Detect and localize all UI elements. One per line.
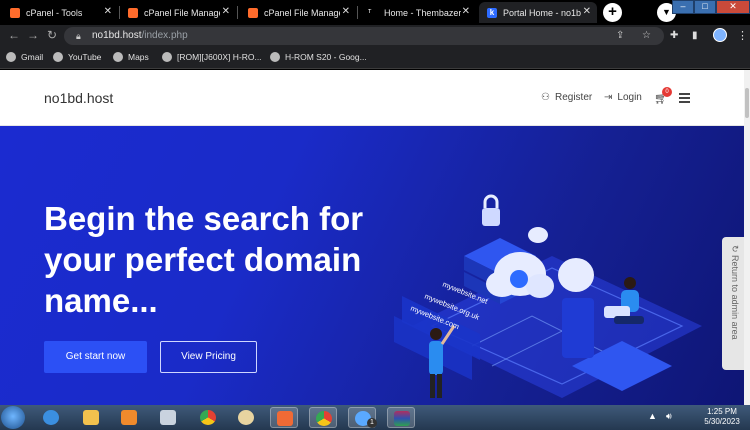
folder-icon bbox=[83, 410, 99, 425]
minimize-button[interactable]: – bbox=[672, 0, 694, 14]
globe-icon bbox=[113, 52, 123, 62]
clock-time: 1:25 PM bbox=[707, 407, 737, 416]
hero-illustration: mywebsite.net mywebsite.org.uk mywebsite… bbox=[394, 194, 702, 398]
tab-home-thembazer[interactable]: ᵀ Home - Thembazer ✕ bbox=[360, 2, 476, 23]
taskbar-chrome-active[interactable] bbox=[309, 407, 337, 428]
site-header: no1bd.host ⚇ Register ⇥ Login 🛒︎ 0 bbox=[0, 70, 750, 126]
tab-cpanel-tools[interactable]: cPanel - Tools ✕ bbox=[2, 2, 118, 23]
tab-cpanel-file-manager-2[interactable]: cPanel File Manager ✕ bbox=[240, 2, 356, 23]
taskbar-clock[interactable]: 1:25 PM 5/30/2023 bbox=[700, 407, 744, 427]
winrar-icon bbox=[394, 411, 410, 426]
url-text[interactable]: no1bd.host/index.php bbox=[92, 30, 188, 41]
hamburger-menu-icon[interactable] bbox=[679, 93, 690, 105]
taskbar-explorer[interactable] bbox=[77, 407, 105, 428]
tray-expand-icon[interactable]: ▲ bbox=[648, 411, 657, 421]
extensions-puzzle-icon[interactable]: ✚ bbox=[670, 30, 678, 41]
return-to-admin-label: ↻ Return to admin area bbox=[730, 245, 740, 340]
taskbar-keyboard[interactable] bbox=[154, 407, 182, 428]
internet-explorer-icon bbox=[43, 410, 59, 425]
reload-icon[interactable]: ↻ bbox=[47, 28, 57, 42]
close-icon[interactable]: ✕ bbox=[342, 6, 350, 17]
volume-icon[interactable]: 🔊︎ bbox=[666, 411, 672, 422]
maximize-button[interactable]: □ bbox=[694, 0, 716, 14]
paint-palette-icon bbox=[238, 410, 254, 425]
window-close-button[interactable]: ✕ bbox=[716, 0, 750, 14]
k-icon: k bbox=[487, 7, 497, 18]
tab-title: cPanel - Tools bbox=[26, 7, 83, 18]
window-controls: – □ ✕ bbox=[672, 0, 750, 14]
hero-title: Begin the search for your perfect domain… bbox=[44, 200, 364, 319]
forward-arrow-icon[interactable]: → bbox=[27, 28, 39, 42]
cpanel-icon bbox=[248, 7, 258, 18]
view-pricing-button[interactable]: View Pricing bbox=[160, 341, 257, 373]
share-icon[interactable]: ⇪ bbox=[616, 30, 624, 41]
site-icon: ᵀ bbox=[368, 7, 372, 17]
cpanel-icon bbox=[128, 7, 138, 18]
bookmark-gmail[interactable]: Gmail bbox=[6, 52, 43, 62]
tab-title: Portal Home - no1b bbox=[503, 7, 582, 18]
close-icon[interactable]: ✕ bbox=[462, 6, 470, 17]
clock-date: 5/30/2023 bbox=[704, 417, 740, 426]
bookmark-rom-j600x[interactable]: [ROM][J600X] H-RO... bbox=[162, 52, 262, 62]
close-icon[interactable]: ✕ bbox=[104, 6, 112, 17]
page-scrollbar[interactable] bbox=[744, 70, 750, 405]
back-arrow-icon[interactable]: ← bbox=[8, 28, 20, 42]
windows-taskbar: 1 ▲ 🔊︎ 1:25 PM 5/30/2023 bbox=[0, 405, 750, 430]
bookmark-star-icon[interactable]: ☆ bbox=[642, 30, 651, 41]
tab-cpanel-file-manager-1[interactable]: cPanel File Manager ✕ bbox=[120, 2, 236, 23]
globe-icon bbox=[270, 52, 280, 62]
bookmark-youtube[interactable]: YouTube bbox=[53, 52, 101, 62]
chrome-icon bbox=[316, 411, 332, 426]
bookmark-maps[interactable]: Maps bbox=[113, 52, 149, 62]
menu-dots-icon[interactable]: ⋮ bbox=[737, 29, 748, 42]
taskbar-chrome[interactable] bbox=[194, 407, 222, 428]
bookmarks-bar: Gmail YouTube Maps [ROM][J600X] H-RO... … bbox=[0, 47, 750, 69]
cpanel-icon bbox=[10, 7, 20, 18]
taskbar-ie[interactable] bbox=[37, 407, 65, 428]
taskbar-user[interactable]: 1 bbox=[348, 407, 377, 428]
tab-portal-home[interactable]: k Portal Home - no1b ✕ bbox=[479, 2, 597, 23]
keyboard-icon bbox=[160, 410, 176, 425]
close-icon[interactable]: ✕ bbox=[583, 6, 591, 17]
lock-icon[interactable]: 🔒︎ bbox=[76, 31, 81, 42]
cart-count-badge: 0 bbox=[662, 87, 672, 97]
globe-icon bbox=[6, 52, 16, 62]
login-arrow-icon: ⇥ bbox=[604, 92, 613, 103]
address-toolbar: ← → ↻ 🔒︎ no1bd.host/index.php ⇪ ☆ ✚ ▮ bbox=[0, 25, 750, 47]
app-orange-icon bbox=[277, 411, 293, 426]
login-link[interactable]: ⇥ Login bbox=[604, 92, 642, 103]
bookmark-h-rom-s20[interactable]: H-ROM S20 - Goog... bbox=[270, 52, 367, 62]
get-start-button[interactable]: Get start now bbox=[44, 341, 147, 373]
globe-icon bbox=[53, 52, 63, 62]
tab-title: Home - Thembazer bbox=[384, 7, 462, 18]
globe-icon bbox=[162, 52, 172, 62]
register-link[interactable]: ⚇ Register bbox=[541, 92, 592, 103]
close-icon[interactable]: ✕ bbox=[222, 6, 230, 17]
address-bar[interactable]: 🔒︎ no1bd.host/index.php ⇪ ☆ bbox=[64, 27, 664, 45]
web-page: no1bd.host ⚇ Register ⇥ Login 🛒︎ 0 Begin t… bbox=[0, 70, 750, 405]
refresh-icon: ↻ bbox=[730, 245, 740, 256]
browser-tab-bar: cPanel - Tools ✕ cPanel File Manager ✕ c… bbox=[0, 0, 750, 25]
chrome-icon bbox=[200, 410, 216, 425]
taskbar-swift[interactable] bbox=[270, 407, 298, 428]
profile-avatar[interactable] bbox=[713, 28, 727, 42]
taskbar-winrar[interactable] bbox=[387, 407, 415, 428]
user-icon: ⚇ bbox=[541, 92, 550, 103]
taskbar-paint[interactable] bbox=[232, 407, 260, 428]
taskbar-badge: 1 bbox=[367, 418, 377, 428]
hero-section: Begin the search for your perfect domain… bbox=[0, 126, 750, 405]
tab-title: cPanel File Manager bbox=[264, 7, 340, 18]
tab-title: cPanel File Manager bbox=[144, 7, 220, 18]
side-panel-icon[interactable]: ▮ bbox=[692, 30, 698, 41]
site-logo[interactable]: no1bd.host bbox=[44, 90, 113, 106]
media-player-icon bbox=[121, 410, 137, 425]
new-tab-button[interactable]: + bbox=[603, 3, 622, 22]
taskbar-media[interactable] bbox=[115, 407, 143, 428]
start-button[interactable] bbox=[1, 406, 25, 429]
